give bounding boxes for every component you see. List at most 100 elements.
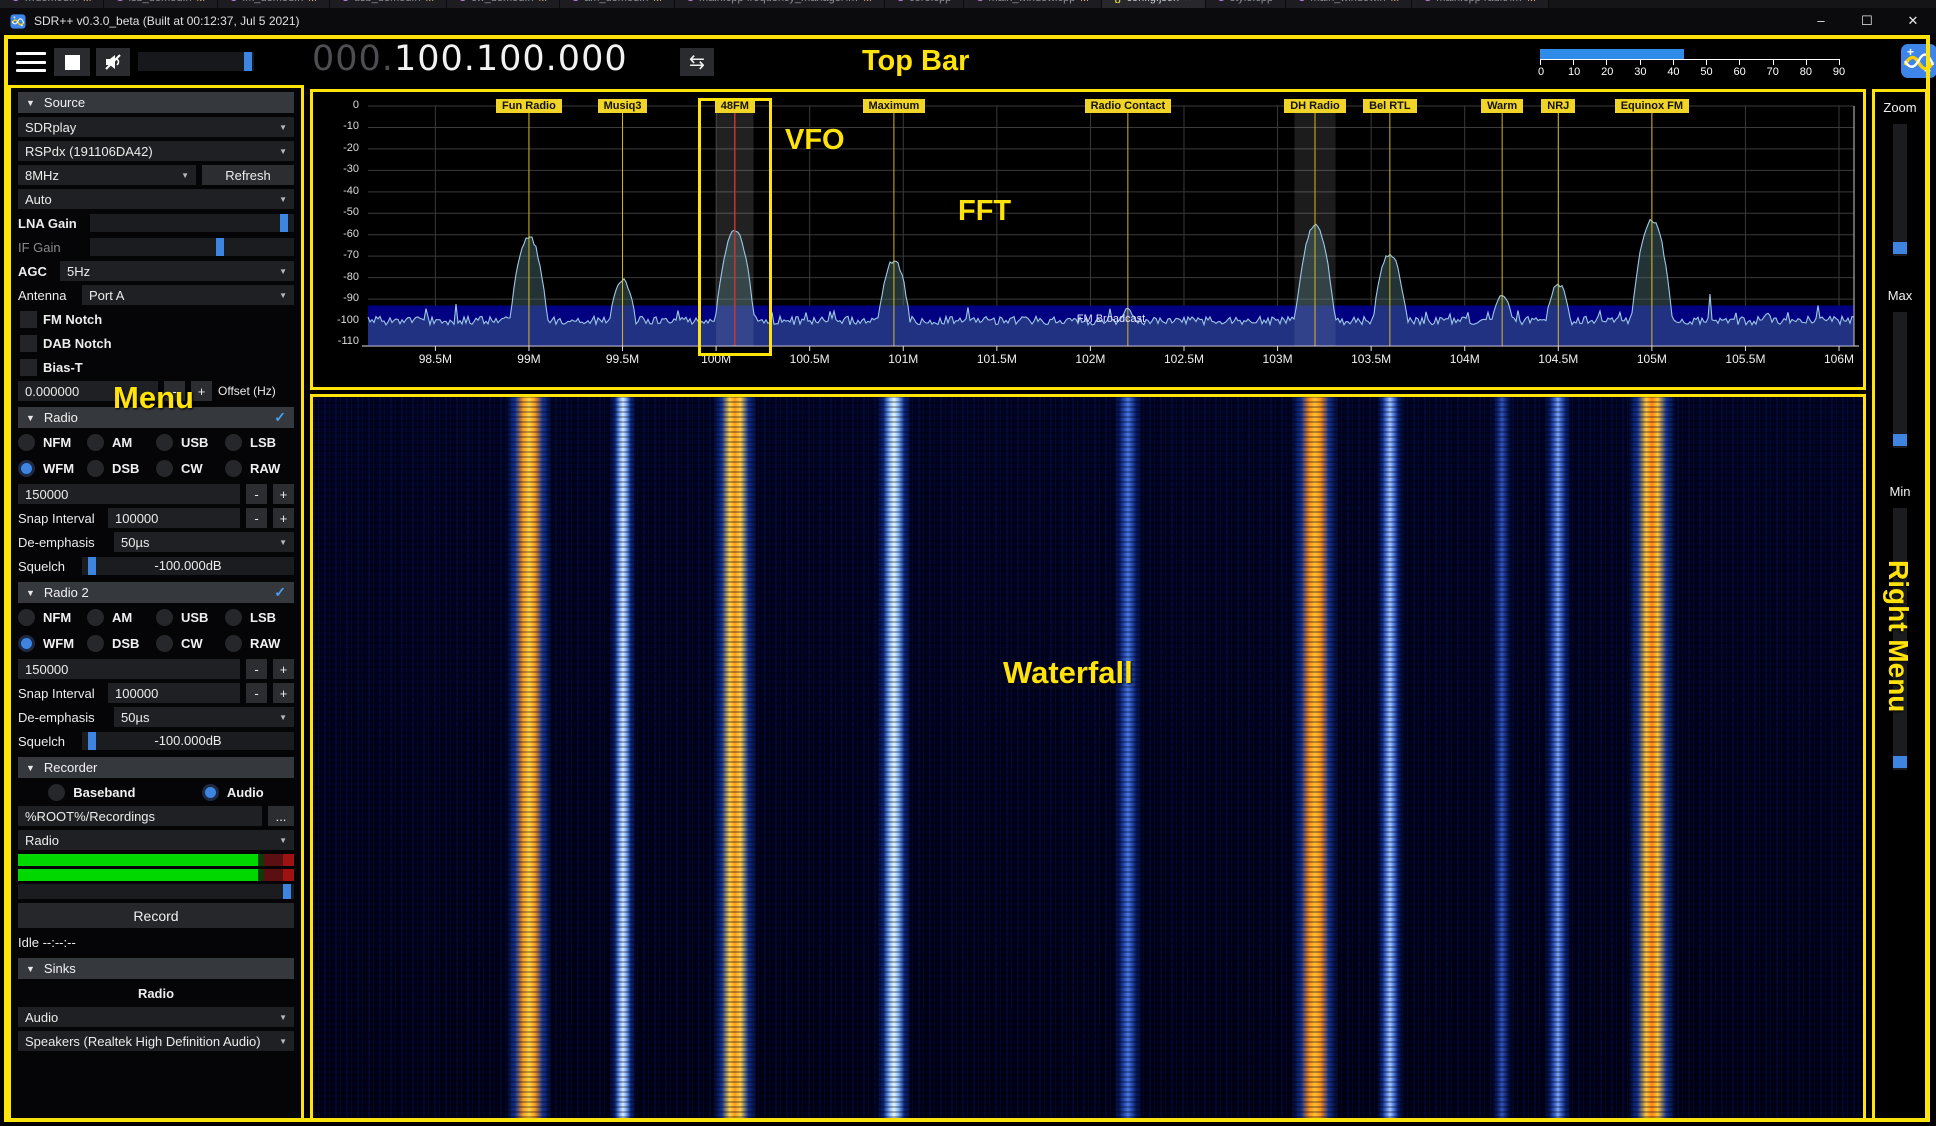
radio-circle[interactable] <box>156 460 173 477</box>
radio-circle[interactable] <box>156 609 173 626</box>
browse-button[interactable]: ... <box>268 806 294 826</box>
radio-circle[interactable] <box>48 784 65 801</box>
editor-tab[interactable]: Cam_demod.hM <box>560 0 675 8</box>
volume-slider[interactable] <box>138 52 254 71</box>
if-gain-handle[interactable] <box>216 238 224 256</box>
mode-wfm[interactable]: WFM <box>18 633 87 654</box>
section-header-source[interactable]: ▼Source <box>18 92 294 113</box>
radio-circle[interactable] <box>18 609 35 626</box>
radio-circle[interactable] <box>202 784 219 801</box>
mode-nfm[interactable]: NFM <box>18 432 87 453</box>
mode-lsb[interactable]: LSB <box>225 607 294 628</box>
offset-plus-button[interactable]: + <box>191 381 212 401</box>
squelch-slider[interactable]: -100.000dB <box>82 557 294 575</box>
source-type-select[interactable]: SDRplay▼ <box>18 117 294 137</box>
radio2-bandwidth-input[interactable]: 150000 <box>18 659 240 679</box>
max-slider-handle[interactable] <box>1893 434 1907 446</box>
station-label-bel-rtl[interactable]: Bel RTL <box>1325 96 1455 114</box>
recorder-volume-handle[interactable] <box>283 884 291 899</box>
section-header-sinks[interactable]: ▼Sinks <box>18 958 294 979</box>
radio-circle[interactable] <box>18 434 35 451</box>
radio1-bandwidth-input[interactable]: 150000 <box>18 484 240 504</box>
radio-circle[interactable] <box>156 434 173 451</box>
radio-circle[interactable] <box>18 460 35 477</box>
bandwidth-plus-button[interactable]: + <box>273 659 294 679</box>
squelch-handle[interactable] <box>88 732 96 750</box>
radio-circle[interactable] <box>87 460 104 477</box>
mute-button[interactable] <box>96 48 130 76</box>
mode-nfm[interactable]: NFM <box>18 607 87 628</box>
bandwidth-minus-button[interactable]: - <box>246 484 267 504</box>
mode-cw[interactable]: CW <box>156 633 225 654</box>
section-header-radio[interactable]: ▼Radio✓ <box>18 407 294 428</box>
snap-minus-button[interactable]: - <box>246 508 267 528</box>
section-header-recorder[interactable]: ▼Recorder <box>18 757 294 778</box>
radio-circle[interactable] <box>87 434 104 451</box>
lna-gain-slider[interactable] <box>90 214 294 232</box>
gain-mode-select[interactable]: Auto▼ <box>18 189 294 209</box>
snap-plus-button[interactable]: + <box>273 508 294 528</box>
radio-circle[interactable] <box>18 635 35 652</box>
menu-icon[interactable] <box>16 49 46 75</box>
station-label-radio-contact[interactable]: Radio Contact <box>1063 96 1193 114</box>
mode-wfm[interactable]: WFM <box>18 458 87 479</box>
radio-circle[interactable] <box>225 635 242 652</box>
mode-cw[interactable]: CW <box>156 458 225 479</box>
recorder-stream-select[interactable]: Radio▼ <box>18 830 294 850</box>
bias-t-checkbox[interactable] <box>20 359 37 376</box>
mode-am[interactable]: AM <box>87 432 156 453</box>
volume-slider-handle[interactable] <box>244 52 252 71</box>
bandwidth-minus-button[interactable]: - <box>246 659 267 679</box>
mode-usb[interactable]: USB <box>156 607 225 628</box>
squelch-handle[interactable] <box>88 557 96 575</box>
record-button[interactable]: Record <box>18 903 294 928</box>
editor-tab[interactable]: Cmain.cpp frequency_manager\…M <box>675 0 885 8</box>
station-label-musiq3[interactable]: Musiq3 <box>558 96 688 114</box>
editor-tab[interactable]: C…demod.hM <box>0 0 104 8</box>
maximize-button[interactable]: ☐ <box>1844 8 1890 34</box>
sink-type-select[interactable]: Audio▼ <box>18 1007 294 1027</box>
mode-usb[interactable]: USB <box>156 432 225 453</box>
tab-close-icon[interactable]: ✕ <box>1184 0 1192 4</box>
recorder-volume-slider[interactable] <box>18 884 294 899</box>
station-label-maximum[interactable]: Maximum <box>829 96 959 114</box>
recordings-path-input[interactable]: %ROOT%/Recordings <box>18 806 262 826</box>
station-label-equinox-fm[interactable]: Equinox FM <box>1587 96 1717 114</box>
zoom-slider[interactable] <box>1893 124 1907 256</box>
bandwidth-plus-button[interactable]: + <box>273 484 294 504</box>
radio-circle[interactable] <box>87 609 104 626</box>
mode-raw[interactable]: RAW <box>225 633 294 654</box>
refresh-button[interactable]: Refresh <box>202 165 294 185</box>
editor-tab[interactable]: Cfm_demod.hM <box>218 0 330 8</box>
snap-interval-input[interactable]: 100000 <box>108 683 240 703</box>
snap-interval-input[interactable]: 100000 <box>108 508 240 528</box>
snap-plus-button[interactable]: + <box>273 683 294 703</box>
recorder-mode-baseband[interactable]: Baseband <box>48 782 135 803</box>
max-slider[interactable] <box>1893 312 1907 448</box>
min-slider-handle[interactable] <box>1893 756 1907 768</box>
editor-tab[interactable]: Cstyle.cpp <box>1206 0 1287 8</box>
tuning-mode-button[interactable]: ⇆ <box>680 48 714 76</box>
deemphasis-select[interactable]: 50µs▼ <box>114 707 294 727</box>
close-button[interactable]: ✕ <box>1890 8 1936 34</box>
waterfall-display[interactable]: Waterfall <box>310 394 1866 1121</box>
minimize-button[interactable]: – <box>1798 8 1844 34</box>
deemphasis-select[interactable]: 50µs▼ <box>114 532 294 552</box>
editor-tab[interactable]: Ccw_demod.hM <box>447 0 560 8</box>
bandwidth-select[interactable]: 8MHz▼ <box>18 165 196 185</box>
dab-notch-checkbox[interactable] <box>20 335 37 352</box>
check-icon[interactable]: ✓ <box>274 584 286 601</box>
fm-notch-checkbox[interactable] <box>20 311 37 328</box>
recorder-mode-audio[interactable]: Audio <box>202 782 264 803</box>
editor-tab[interactable]: Cisb_demod.hM <box>104 0 218 8</box>
min-slider[interactable] <box>1893 508 1907 770</box>
radio-circle[interactable] <box>225 609 242 626</box>
frequency-display[interactable]: 000.100.100.000 <box>312 39 628 79</box>
offset-minus-button[interactable]: - <box>164 381 185 401</box>
editor-tab[interactable]: Cmain_window.hM <box>1286 0 1412 8</box>
fft-display[interactable]: FM Broadcast VFO FFT 0-10-20-30-40-50-60… <box>313 92 1863 387</box>
section-header-radio2[interactable]: ▼Radio 2✓ <box>18 582 294 603</box>
check-icon[interactable]: ✓ <box>274 409 286 426</box>
mode-raw[interactable]: RAW <box>225 458 294 479</box>
mode-am[interactable]: AM <box>87 607 156 628</box>
